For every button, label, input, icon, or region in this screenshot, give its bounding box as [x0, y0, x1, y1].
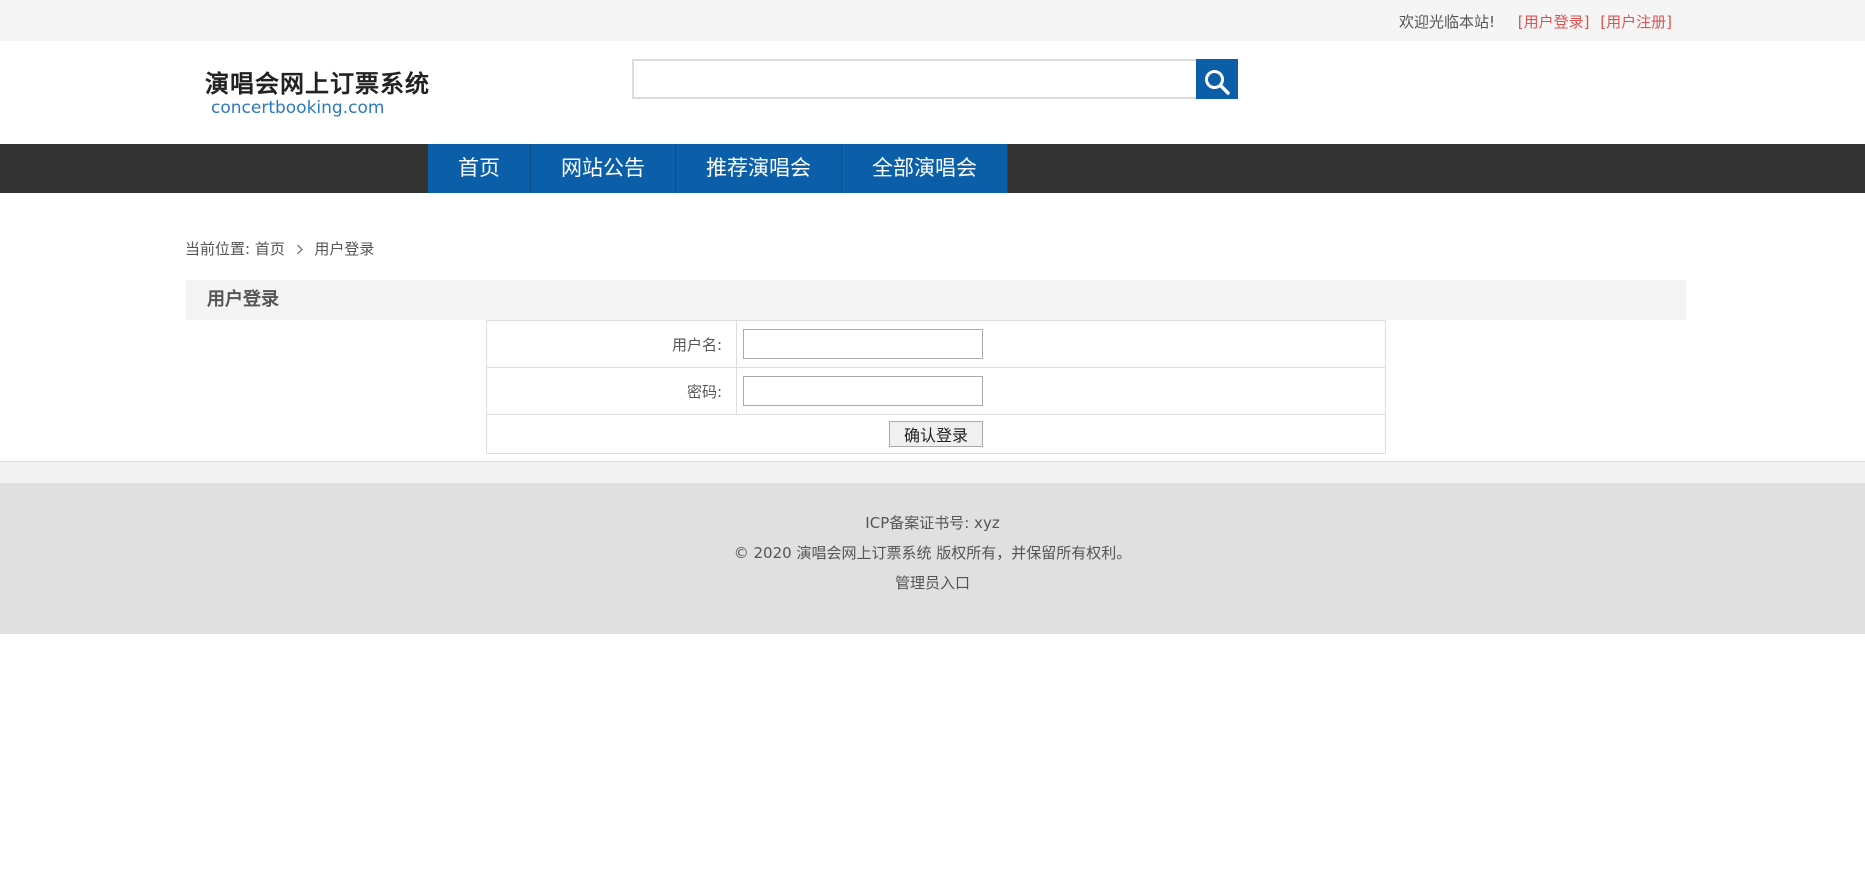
username-field[interactable]	[743, 329, 983, 359]
copyright-text: © 2020 演唱会网上订票系统 版权所有，并保留所有权利。	[733, 544, 1132, 562]
search-input[interactable]	[632, 59, 1215, 99]
submit-row: 确认登录	[486, 414, 1386, 454]
nav-item-all-concerts[interactable]: 全部演唱会	[842, 144, 1008, 193]
top-bar: 欢迎光临本站! [用户登录] [用户注册]	[0, 0, 1865, 41]
header: 演唱会网上订票系统 concertbooking.com	[0, 41, 1865, 144]
admin-entry-link[interactable]: 管理员入口	[895, 574, 970, 592]
main-nav: 首页 网站公告 推荐演唱会 全部演唱会	[0, 144, 1865, 193]
password-row: 密码:	[486, 367, 1386, 415]
site-logo[interactable]: 演唱会网上订票系统 concertbooking.com	[205, 69, 430, 130]
login-form: 用户名: 密码: 确认登录	[486, 320, 1386, 454]
breadcrumb: 当前位置: 首页 用户登录	[185, 238, 374, 259]
password-field[interactable]	[743, 376, 983, 406]
welcome-text: 欢迎光临本站!	[1398, 13, 1495, 31]
login-panel-header: 用户登录	[186, 280, 1686, 320]
search-icon	[1196, 68, 1238, 96]
login-link[interactable]: [用户登录]	[1518, 13, 1590, 31]
login-panel-title: 用户登录	[207, 289, 279, 310]
submit-cell: 确认登录	[486, 414, 1386, 454]
password-cell	[736, 367, 1386, 415]
nav-item-announcements[interactable]: 网站公告	[531, 144, 676, 193]
logo-domain: concertbooking.com	[211, 98, 385, 118]
footer: ICP备案证书号: xyz © 2020 演唱会网上订票系统 版权所有，并保留所…	[0, 483, 1865, 634]
username-label: 用户名:	[486, 320, 737, 368]
username-row: 用户名:	[486, 320, 1386, 368]
breadcrumb-current: 用户登录	[314, 240, 375, 258]
password-label: 密码:	[486, 367, 737, 415]
nav-item-home[interactable]: 首页	[428, 144, 531, 193]
nav-list: 首页 网站公告 推荐演唱会 全部演唱会	[428, 144, 1008, 193]
register-link[interactable]: [用户注册]	[1600, 13, 1672, 31]
search-button[interactable]	[1196, 59, 1238, 99]
footer-divider	[0, 461, 1865, 483]
icp-text: ICP备案证书号: xyz	[865, 514, 1000, 532]
confirm-login-button[interactable]: 确认登录	[888, 421, 983, 447]
admin-link-row: 管理员入口	[0, 568, 1865, 598]
logo-title: 演唱会网上订票系统	[205, 69, 430, 98]
user-links: 欢迎光临本站! [用户登录] [用户注册]	[1399, 11, 1672, 32]
nav-item-recommended-concerts[interactable]: 推荐演唱会	[676, 144, 842, 193]
username-cell	[736, 320, 1386, 368]
breadcrumb-home-link[interactable]: 首页	[255, 240, 285, 258]
chevron-right-icon	[296, 240, 304, 258]
search-bar	[632, 59, 1239, 99]
breadcrumb-prefix: 当前位置:	[185, 240, 251, 258]
